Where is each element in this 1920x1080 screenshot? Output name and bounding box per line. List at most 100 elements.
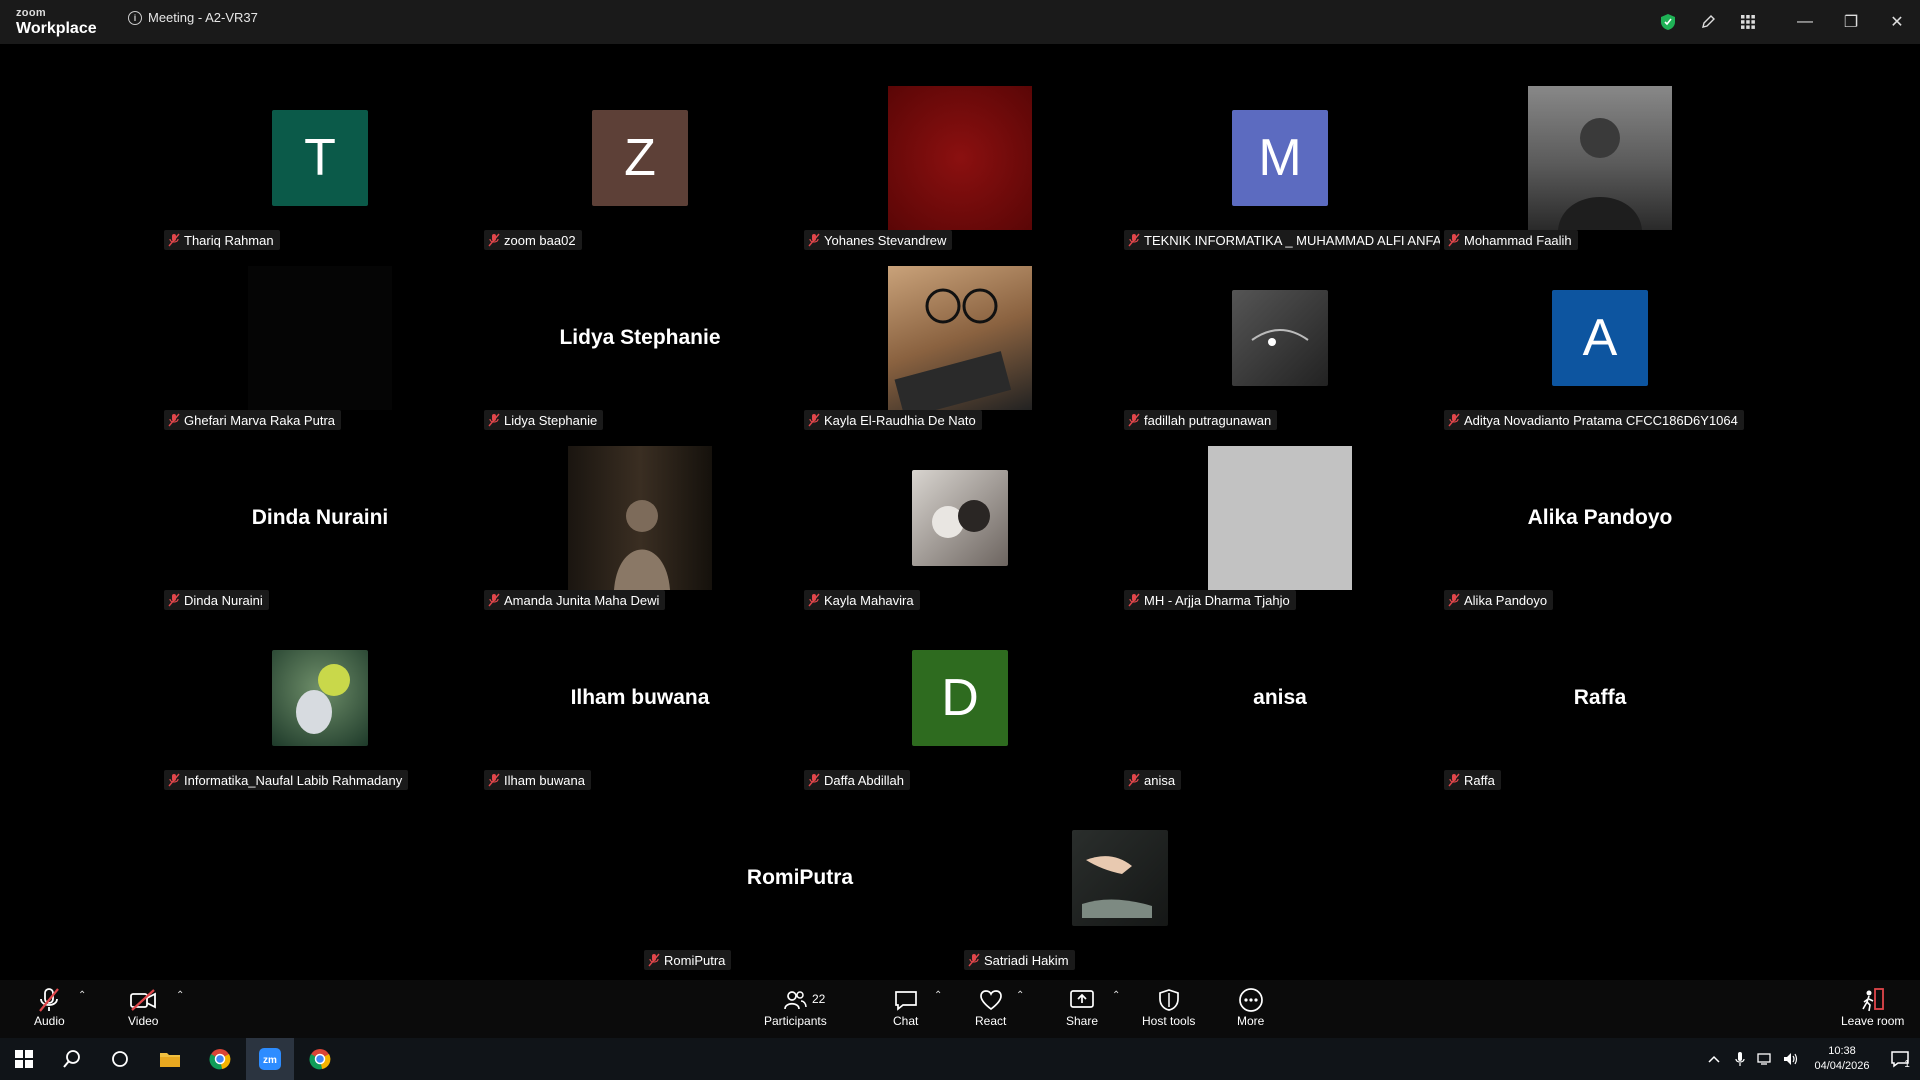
participant-tile[interactable]: Alika Pandoyo Alika Pandoyo: [1440, 444, 1760, 624]
windows-start-icon[interactable]: [0, 1038, 48, 1080]
network-icon[interactable]: [1752, 1038, 1778, 1080]
participant-tile[interactable]: Raffa Raffa: [1440, 624, 1760, 804]
participant-tile[interactable]: Ilham buwana Ilham buwana: [480, 624, 800, 804]
chat-icon: [894, 986, 918, 1014]
participant-tile[interactable]: Yohanes Stevandrew: [800, 84, 1120, 264]
participant-label: anisa: [1124, 770, 1182, 790]
participant-tile[interactable]: T Thariq Rahman: [160, 84, 480, 264]
participants-icon: [783, 986, 808, 1014]
more-button[interactable]: More: [1237, 986, 1264, 1028]
avatar: Z: [592, 110, 688, 206]
participant-tile[interactable]: Kayla El-Raudhia De Nato: [800, 264, 1120, 444]
video-button[interactable]: Video: [128, 986, 158, 1028]
mic-off-icon: [1448, 593, 1460, 607]
react-button[interactable]: React: [975, 986, 1006, 1028]
participant-label: Mohammad Faalih: [1444, 230, 1578, 250]
display-name: Ilham buwana: [570, 686, 710, 709]
notification-icon[interactable]: 1: [1880, 1038, 1920, 1080]
mic-off-icon: [1128, 233, 1140, 247]
meeting-toolbar: Audio ⌃ Video ⌃ Participants 22 Chat ⌃ R…: [0, 980, 1920, 1038]
participant-tile[interactable]: A Aditya Novadianto Pratama CFCC186D6Y10…: [1440, 264, 1760, 444]
mic-off-icon: [648, 953, 660, 967]
participant-tile[interactable]: M TEKNIK INFORMATIKA _ MUHAMMAD ALFI ANF…: [1120, 84, 1440, 264]
chat-options-caret[interactable]: ⌃: [934, 990, 942, 1001]
volume-icon[interactable]: [1778, 1038, 1804, 1080]
video-label: Video: [128, 1014, 159, 1028]
clock-date: 04/04/2026: [1814, 1060, 1870, 1072]
mic-off-icon: [168, 413, 180, 427]
participant-tile[interactable]: RomiPutra RomiPutra: [640, 804, 960, 984]
mic-off-icon: [808, 593, 820, 607]
participant-label: RomiPutra: [644, 950, 732, 970]
participant-label: Ilham buwana: [484, 770, 591, 790]
audio-options-caret[interactable]: ⌃: [78, 990, 86, 1001]
participant-tile[interactable]: Dinda Nuraini Dinda Nuraini: [160, 444, 480, 624]
mic-off-icon: [1128, 413, 1140, 427]
windows-taskbar: zm 10:38 04/04/2026 1: [0, 1038, 1920, 1080]
participant-label: Kayla Mahavira: [804, 590, 920, 610]
react-options-caret[interactable]: ⌃: [1016, 990, 1024, 1001]
participant-label: Alika Pandoyo: [1444, 590, 1554, 610]
video-options-caret[interactable]: ⌃: [176, 990, 184, 1001]
participant-tile[interactable]: Ghefari Marva Raka Putra: [160, 264, 480, 444]
info-icon[interactable]: i: [128, 10, 142, 25]
participant-tile[interactable]: Informatika_Naufal Labib Rahmadany: [160, 624, 480, 804]
participant-label: Raffa: [1444, 770, 1501, 790]
zoom-logo: zoom Workplace: [16, 8, 97, 37]
mic-off-icon: [1448, 773, 1460, 787]
mic-off-icon: [1448, 233, 1460, 247]
react-label: React: [975, 1014, 1007, 1028]
cortana-icon[interactable]: [96, 1038, 144, 1080]
participant-label: zoom baa02: [484, 230, 582, 250]
host-tools-button[interactable]: Host tools: [1142, 986, 1195, 1028]
zoom-taskbar-icon[interactable]: zm: [246, 1038, 294, 1080]
brand-bottom: Workplace: [16, 20, 97, 37]
pencil-icon[interactable]: [1688, 0, 1728, 44]
audio-button[interactable]: Audio: [34, 986, 65, 1028]
participant-tile[interactable]: Z zoom baa02: [480, 84, 800, 264]
participant-label: MH - Arjja Dharma Tjahjo: [1124, 590, 1296, 610]
participant-tile[interactable]: Mohammad Faalih: [1440, 84, 1760, 264]
leave-room-button[interactable]: Leave room: [1841, 986, 1904, 1028]
participant-tile[interactable]: Satriadi Hakim: [960, 804, 1280, 984]
mic-off-icon: [968, 953, 980, 967]
participant-tile[interactable]: Amanda Junita Maha Dewi: [480, 444, 800, 624]
file-explorer-icon[interactable]: [146, 1038, 194, 1080]
share-button[interactable]: Share: [1066, 986, 1098, 1028]
chrome-icon[interactable]: [196, 1038, 244, 1080]
participant-tile[interactable]: MH - Arjja Dharma Tjahjo: [1120, 444, 1440, 624]
participant-label: Informatika_Naufal Labib Rahmadany: [164, 770, 409, 790]
chrome-profile-icon[interactable]: [296, 1038, 344, 1080]
shield-icon[interactable]: [1648, 0, 1688, 44]
microphone-icon[interactable]: [1728, 1038, 1752, 1080]
participant-tile[interactable]: Kayla Mahavira: [800, 444, 1120, 624]
minimize-icon[interactable]: —: [1782, 0, 1828, 44]
heart-icon: [979, 986, 1003, 1014]
share-options-caret[interactable]: ⌃: [1112, 990, 1120, 1001]
chat-button[interactable]: Chat: [893, 986, 918, 1028]
avatar: D: [912, 650, 1008, 746]
apps-grid-icon[interactable]: [1728, 0, 1768, 44]
chevron-up-icon[interactable]: [1700, 1038, 1728, 1080]
search-icon[interactable]: [48, 1038, 96, 1080]
participant-tile[interactable]: D Daffa Abdillah: [800, 624, 1120, 804]
close-icon[interactable]: ✕: [1874, 0, 1920, 44]
svg-text:zm: zm: [263, 1055, 277, 1066]
system-clock[interactable]: 10:38 04/04/2026: [1804, 1044, 1880, 1074]
mic-off-icon: [1128, 773, 1140, 787]
meeting-info[interactable]: i Meeting - A2-VR37: [128, 10, 258, 25]
participant-label: Kayla El-Raudhia De Nato: [804, 410, 982, 430]
participant-tile[interactable]: anisa anisa: [1120, 624, 1440, 804]
more-label: More: [1237, 1014, 1265, 1028]
share-screen-icon: [1069, 986, 1095, 1014]
restore-icon[interactable]: ❐: [1828, 0, 1874, 44]
participant-label: Satriadi Hakim: [964, 950, 1075, 970]
profile-photo: [888, 86, 1032, 230]
participant-tile[interactable]: fadillah putragunawan: [1120, 264, 1440, 444]
system-tray: 10:38 04/04/2026 1: [1700, 1038, 1920, 1080]
leave-room-label: Leave room: [1841, 1014, 1905, 1028]
participant-tile[interactable]: Lidya Stephanie Lidya Stephanie: [480, 264, 800, 444]
participant-label: TEKNIK INFORMATIKA _ MUHAMMAD ALFI ANFA.…: [1124, 230, 1440, 250]
avatar: T: [272, 110, 368, 206]
mic-off-icon: [168, 233, 180, 247]
